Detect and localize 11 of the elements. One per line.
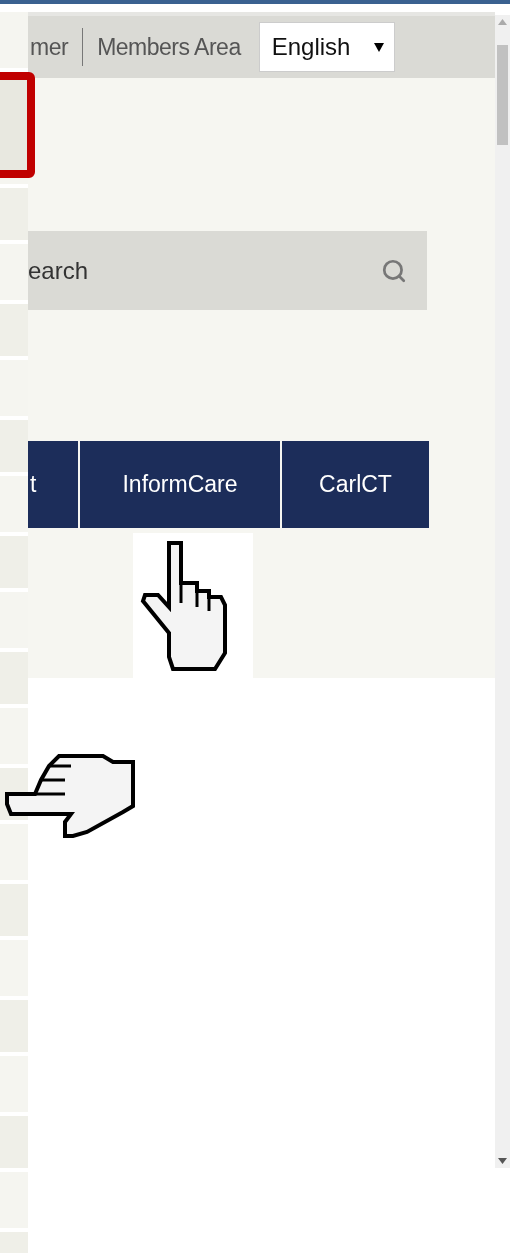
nav-tab[interactable]: t — [28, 441, 78, 528]
language-select[interactable]: English — [258, 22, 395, 72]
scroll-down-icon[interactable] — [498, 1158, 507, 1164]
caret-icon — [373, 42, 384, 52]
search-icon[interactable] — [381, 257, 407, 284]
header-link[interactable]: Members Area — [97, 33, 241, 61]
scroll-up-icon[interactable] — [498, 19, 507, 25]
header-link[interactable]: mer — [30, 33, 69, 61]
nav-tab[interactable]: InformCare — [80, 441, 280, 528]
scroll-thumb[interactable] — [497, 45, 508, 145]
nav-tab[interactable]: CarlCT — [282, 441, 429, 528]
